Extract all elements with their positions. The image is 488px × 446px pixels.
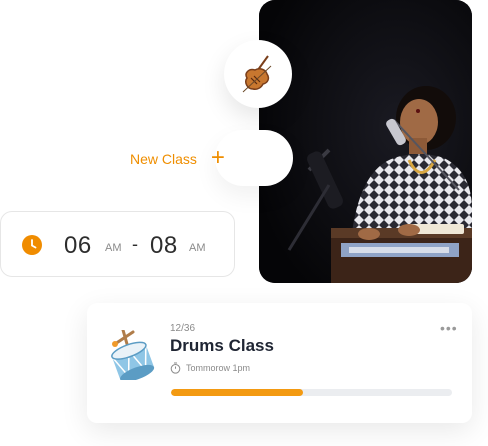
new-class-label: New Class bbox=[130, 151, 197, 167]
time-separator: - bbox=[132, 234, 138, 254]
violin-bubble[interactable] bbox=[224, 40, 292, 108]
end-hour[interactable]: 08 bbox=[150, 232, 178, 260]
start-period[interactable]: AM bbox=[105, 242, 122, 254]
start-hour[interactable]: 06 bbox=[64, 232, 92, 260]
class-card[interactable]: 12/36 Drums Class Tommorow 1pm ••• bbox=[87, 303, 472, 423]
class-title: Drums Class bbox=[170, 336, 274, 355]
new-class-bubble bbox=[215, 130, 293, 186]
performer-photo bbox=[259, 0, 472, 283]
timer-icon bbox=[170, 362, 181, 374]
time-range-card[interactable]: 06 AM - 08 AM bbox=[0, 211, 235, 277]
violin-icon bbox=[242, 55, 272, 93]
progress-bar bbox=[171, 389, 452, 396]
new-class-button[interactable]: New Class + bbox=[130, 144, 225, 171]
schedule-text: Tommorow 1pm bbox=[186, 363, 251, 373]
more-icon[interactable]: ••• bbox=[440, 321, 458, 335]
end-period[interactable]: AM bbox=[189, 242, 206, 254]
plus-icon: + bbox=[210, 144, 225, 171]
drum-icon bbox=[111, 330, 155, 380]
schedule: Tommorow 1pm bbox=[170, 362, 250, 374]
clock-icon bbox=[22, 235, 42, 255]
lesson-count: 12/36 bbox=[170, 323, 196, 334]
progress-fill bbox=[171, 389, 304, 396]
